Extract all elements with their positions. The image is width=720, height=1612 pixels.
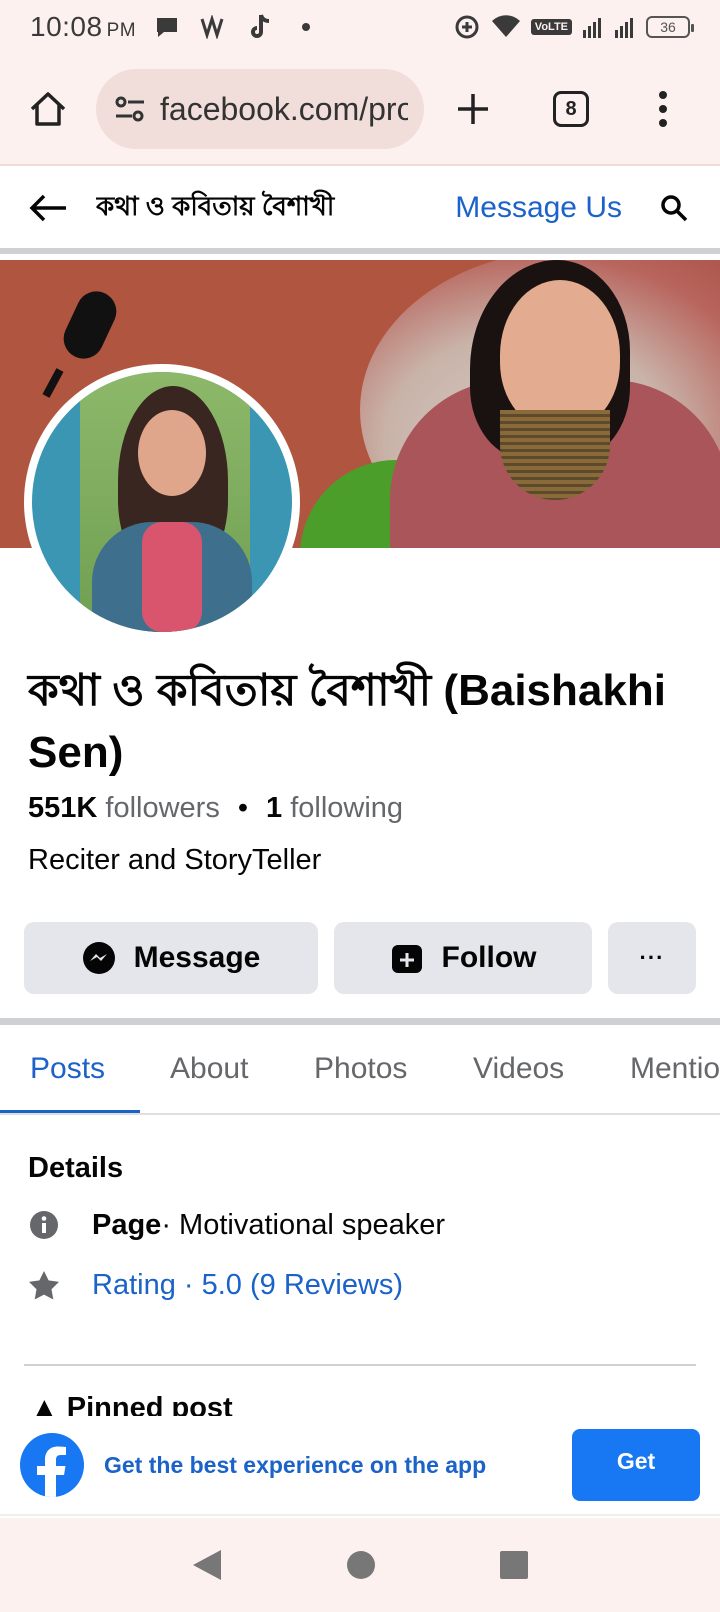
app-notification-icon [200,15,224,39]
new-tab-button[interactable] [424,61,522,157]
recents-square-icon[interactable] [499,1550,529,1580]
kebab-menu-icon [659,91,667,127]
stats-separator: • [237,792,248,824]
pinned-post-heading: ▲ Pinned post [30,1392,233,1416]
message-button[interactable]: Message [24,922,318,994]
section-divider [0,1018,720,1025]
detail-rating[interactable]: Rating · 5.0 (9 Reviews) [28,1265,403,1305]
profile-avatar[interactable] [24,364,300,640]
profile-tabs: Posts About Photos Videos Mentions [0,1025,720,1115]
signal-icon-2 [615,18,633,38]
browser-toolbar: facebook.com/pro 8 [0,54,720,166]
battery-icon: 36 [646,16,694,38]
signal-icon-1 [583,18,601,38]
cover-person-face [500,280,620,430]
app-banner-text: Get the best experience on the app [104,1451,487,1478]
app-install-banner: Get the best experience on the app Get [0,1416,720,1516]
page-header: কথা ও কবিতায় বৈশাখী Message Us [0,168,720,254]
tab-switcher-button[interactable]: 8 [522,61,620,157]
status-bar: 10:08 PM VoLTE 36 [0,0,720,54]
avatar-photo [32,372,292,632]
info-icon [28,1209,60,1241]
tab-about[interactable]: About [170,1025,248,1113]
wifi-icon [491,15,520,37]
messenger-icon [82,942,115,974]
follow-button-label: Follow [441,941,537,974]
follow-icon [391,945,422,973]
profile-bio: Reciter and StoryTeller [28,844,322,876]
avatar-face [138,410,206,496]
followers-link[interactable]: 551K followers [28,792,220,824]
profile-actions: Message Follow ··· [24,922,696,994]
status-time: 10:08 PM [30,11,137,42]
tiktok-icon [251,14,270,38]
more-options-button[interactable]: ··· [608,922,696,994]
tab-count: 8 [553,91,589,127]
back-triangle-icon[interactable] [191,1548,223,1582]
details-separator [24,1364,696,1366]
page-category: · Motivational speaker [161,1208,446,1241]
volte-badge: VoLTE [530,19,572,35]
message-button-label: Message [133,941,261,974]
home-icon [30,92,66,126]
chat-notification-icon [157,18,178,37]
address-bar[interactable]: facebook.com/pro [96,69,424,149]
star-icon [28,1269,60,1301]
tab-videos[interactable]: Videos [473,1025,564,1113]
message-us-link[interactable]: Message Us [455,191,622,225]
follow-button[interactable]: Follow [334,922,592,994]
active-tab-indicator [0,1110,140,1113]
browser-menu-button[interactable] [620,61,706,157]
tab-photos[interactable]: Photos [314,1025,407,1113]
data-saver-icon [455,15,479,39]
home-circle-icon[interactable] [346,1550,376,1580]
home-button[interactable] [0,61,96,157]
arrow-left-icon [29,194,66,222]
details-heading: Details [28,1152,124,1184]
header-title: কথা ও কবিতায় বৈশাখী [96,191,335,221]
back-button[interactable] [0,165,96,251]
profile-stats: 551K followers • 1 following [28,792,403,825]
more-notifications-dot-icon [302,23,311,31]
rating-link[interactable]: Rating · 5.0 (9 Reviews) [92,1269,403,1302]
get-app-button[interactable]: Get [572,1429,700,1501]
profile-name: কথা ও কবিতায় বৈশাখী (Baishakhi Sen) [28,666,666,777]
search-button[interactable] [654,188,694,228]
avatar-dress [142,522,202,632]
detail-page-category: Page · Motivational speaker [28,1205,445,1245]
site-settings-icon [115,96,144,122]
search-icon [661,195,688,222]
system-navigation-bar [0,1518,720,1612]
facebook-logo-icon [20,1433,84,1497]
url-text: facebook.com/pro [160,90,408,127]
page-label: Page [92,1208,162,1241]
more-options-icon: ··· [639,945,665,970]
pinned-post-label: Pinned post [66,1392,233,1416]
pin-icon: ▲ [30,1392,59,1416]
following-link[interactable]: 1 following [266,792,403,824]
tab-mentions[interactable]: Mentions [630,1025,720,1113]
plus-icon [458,94,488,124]
tab-posts[interactable]: Posts [30,1025,105,1113]
